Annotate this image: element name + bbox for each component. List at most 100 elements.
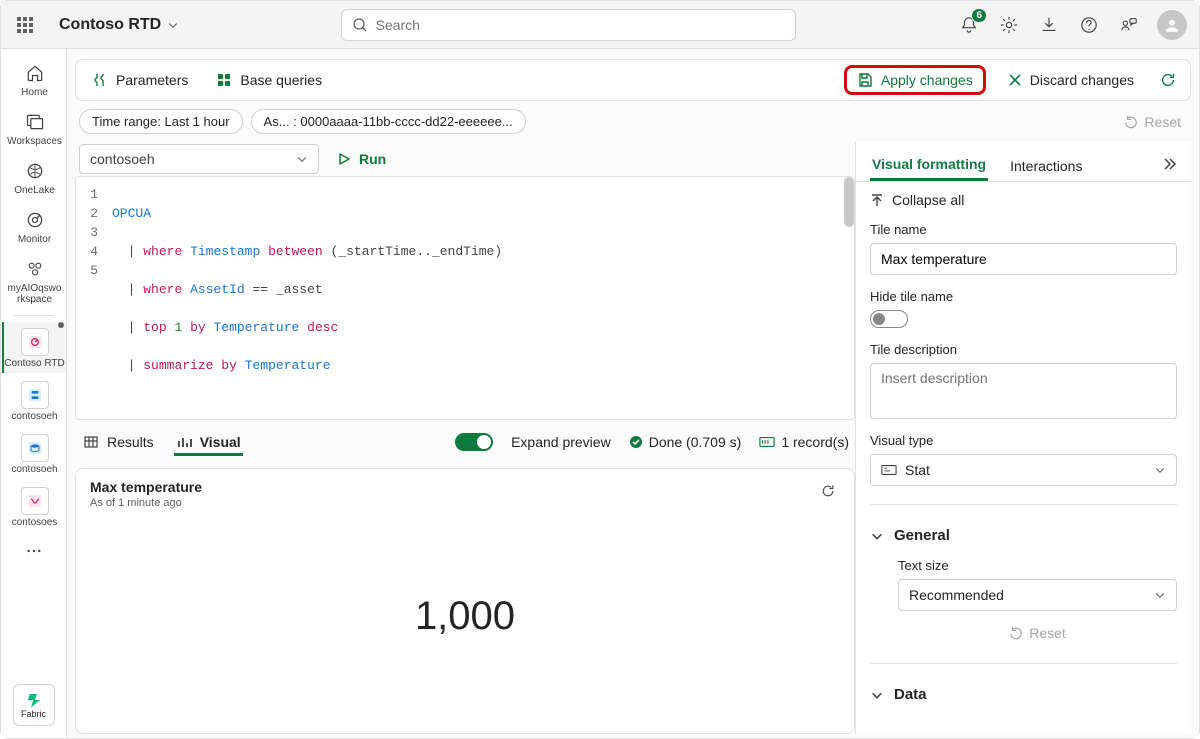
- tile-name-input[interactable]: [870, 243, 1177, 275]
- apply-changes-button[interactable]: Apply changes: [844, 65, 986, 95]
- search-icon: [352, 17, 368, 33]
- stat-value: 1,000: [415, 594, 515, 639]
- nav-label: myAIOqswo rkspace: [8, 283, 62, 305]
- nav-contosoes[interactable]: contosoes: [2, 481, 66, 532]
- fabric-icon: [25, 691, 43, 709]
- nav-onelake[interactable]: OneLake: [2, 153, 66, 200]
- nav-contoso-rtd[interactable]: Contoso RTD: [2, 322, 66, 373]
- nav-label: Contoso RTD: [4, 358, 64, 369]
- results-tab-row: Results Visual Expand preview Done (0.70…: [75, 420, 855, 464]
- visual-type-label: Visual type: [870, 433, 1177, 448]
- preview-refresh-button[interactable]: [816, 479, 840, 503]
- workspace-title: Contoso RTD: [59, 16, 161, 34]
- refresh-button[interactable]: [1156, 68, 1180, 92]
- help-button[interactable]: [1077, 13, 1101, 37]
- notification-badge: 6: [971, 8, 987, 23]
- close-icon: [1008, 73, 1022, 87]
- notifications-button[interactable]: 6: [957, 13, 981, 37]
- editor-code[interactable]: OPCUA | where Timestamp between (_startT…: [104, 177, 854, 419]
- nav-label: Workspaces: [7, 136, 62, 147]
- panel-expand-button[interactable]: [1161, 156, 1177, 175]
- chevron-down-icon: [870, 688, 884, 702]
- data-source-dropdown[interactable]: contosoeh: [79, 144, 319, 174]
- nav-label: OneLake: [14, 185, 55, 196]
- nav-more[interactable]: [25, 536, 43, 569]
- parameter-pills: Time range: Last 1 hour As... : 0000aaaa…: [75, 109, 1191, 134]
- run-button[interactable]: Run: [331, 147, 392, 171]
- undo-icon: [1009, 626, 1023, 640]
- save-icon: [857, 72, 873, 88]
- home-icon: [25, 63, 45, 83]
- reset-label: Reset: [1144, 114, 1181, 130]
- stat-icon: [881, 464, 897, 476]
- collapse-icon: [870, 193, 884, 207]
- settings-button[interactable]: [997, 13, 1021, 37]
- workspaces-icon: [25, 112, 45, 132]
- table-icon: [83, 434, 99, 450]
- account-avatar[interactable]: [1157, 10, 1187, 40]
- divider: [870, 504, 1177, 505]
- workspace-title-dropdown[interactable]: Contoso RTD: [59, 16, 179, 34]
- nav-label: contosoeh: [11, 411, 57, 422]
- person-feedback-icon: [1120, 16, 1138, 34]
- nav-label: contosoes: [12, 517, 58, 528]
- visual-type-dropdown[interactable]: Stat: [870, 454, 1177, 486]
- nav-monitor[interactable]: Monitor: [2, 202, 66, 249]
- download-button[interactable]: [1037, 13, 1061, 37]
- tab-interactions[interactable]: Interactions: [1008, 152, 1084, 180]
- time-range-pill[interactable]: Time range: Last 1 hour: [79, 109, 243, 134]
- nav-workspace-item[interactable]: myAIOqswo rkspace: [2, 251, 66, 309]
- pills-reset[interactable]: Reset: [1124, 114, 1187, 130]
- top-actions: 6: [957, 10, 1187, 40]
- discard-changes-button[interactable]: Discard changes: [1002, 68, 1140, 92]
- person-icon: [1163, 16, 1181, 34]
- kqldb-app-icon: [27, 440, 43, 456]
- tile-description-input[interactable]: [870, 363, 1177, 419]
- tile-description-label: Tile description: [870, 342, 1177, 357]
- top-bar: Contoso RTD 6: [1, 1, 1199, 49]
- nav-label: Home: [21, 87, 48, 98]
- collapse-all-button[interactable]: Collapse all: [870, 192, 1177, 208]
- app-launcher-icon[interactable]: [13, 13, 37, 37]
- feedback-button[interactable]: [1117, 13, 1141, 37]
- download-icon: [1040, 16, 1058, 34]
- general-reset[interactable]: Reset: [898, 621, 1177, 645]
- ellipsis-icon: [25, 542, 43, 560]
- chevron-down-icon: [1154, 464, 1166, 476]
- base-queries-button[interactable]: Base queries: [210, 68, 328, 92]
- section-general[interactable]: General: [870, 527, 1177, 544]
- panel-tabs: Visual formatting Interactions: [856, 142, 1191, 182]
- nav-workspaces[interactable]: Workspaces: [2, 104, 66, 151]
- section-data[interactable]: Data: [870, 686, 1177, 703]
- monitor-icon: [25, 210, 45, 230]
- close-dot-icon[interactable]: [58, 322, 64, 328]
- query-editor[interactable]: 1 2 3 4 5 OPCUA | where Timestamp betwee…: [75, 176, 855, 420]
- text-size-label: Text size: [898, 558, 1177, 573]
- nav-home[interactable]: Home: [2, 55, 66, 102]
- tab-visual[interactable]: Visual: [174, 428, 243, 456]
- hide-tile-name-toggle[interactable]: [870, 310, 908, 328]
- editor-scrollbar[interactable]: [844, 177, 854, 227]
- onelake-icon: [25, 161, 45, 181]
- visual-type-value: Stat: [905, 462, 930, 478]
- tab-results[interactable]: Results: [81, 428, 156, 456]
- preview-tile: Max temperature As of 1 minute ago 1,000: [75, 468, 855, 734]
- fabric-button[interactable]: Fabric: [13, 684, 55, 726]
- asset-pill[interactable]: As... : 0000aaaa-11bb-cccc-dd22-eeeeee..…: [251, 109, 526, 134]
- chevrons-right-icon: [1161, 156, 1177, 172]
- workspace-icon: [25, 259, 45, 279]
- rail-separator: [14, 315, 54, 316]
- tab-visual-formatting[interactable]: Visual formatting: [870, 150, 988, 181]
- nav-contosoeh-1[interactable]: contosoeh: [2, 375, 66, 426]
- dashboard-app-icon: [27, 334, 43, 350]
- base-queries-label: Base queries: [240, 72, 322, 88]
- section-label: Data: [894, 686, 927, 703]
- fabric-label: Fabric: [21, 709, 46, 719]
- parameters-button[interactable]: Parameters: [86, 68, 194, 92]
- expand-preview-toggle[interactable]: [455, 433, 493, 451]
- text-size-dropdown[interactable]: Recommended: [898, 579, 1177, 611]
- search-input[interactable]: [376, 17, 785, 33]
- gear-icon: [1000, 16, 1018, 34]
- global-search[interactable]: [341, 9, 796, 41]
- nav-contosoeh-2[interactable]: contosoeh: [2, 428, 66, 479]
